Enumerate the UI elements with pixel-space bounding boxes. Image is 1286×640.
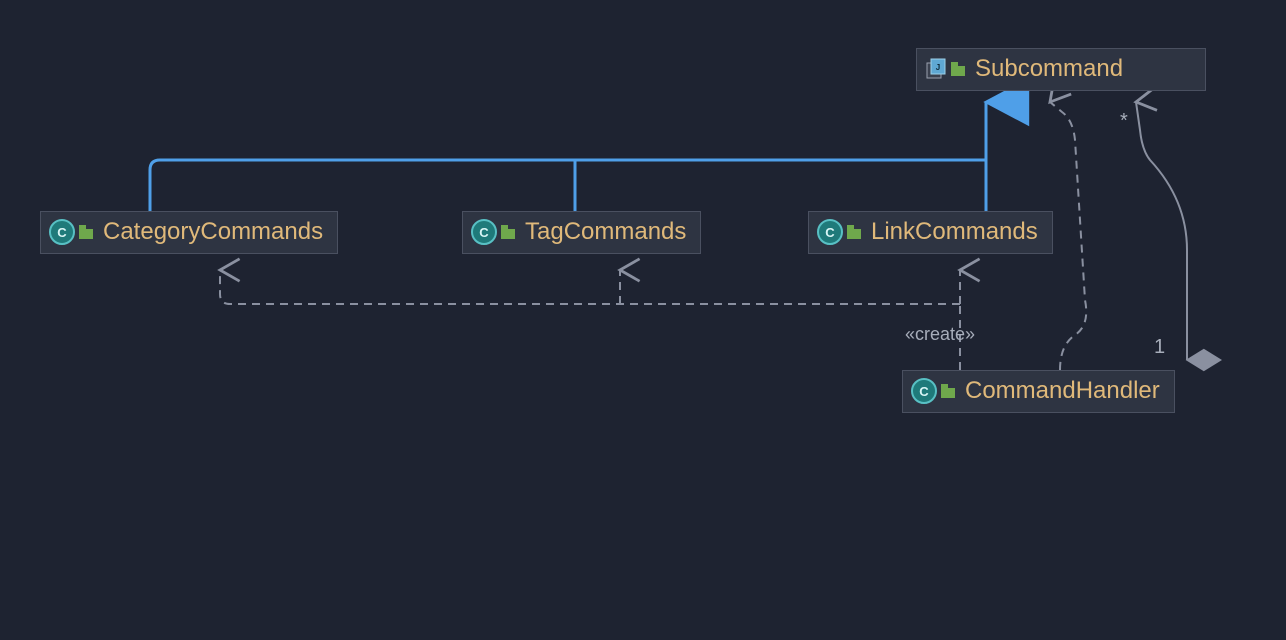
java-file-icon: J (925, 58, 947, 80)
package-icon (501, 225, 517, 239)
class-icon: C (471, 219, 497, 245)
class-icon-group: C (471, 219, 517, 245)
package-icon (847, 225, 863, 239)
class-icon-group: C (49, 219, 95, 245)
node-link-commands[interactable]: C LinkCommands (808, 211, 1053, 254)
svg-text:J: J (936, 63, 940, 72)
aggregation-handler-subcommand (1136, 102, 1187, 360)
class-icon: C (911, 378, 937, 404)
multiplicity-star: * (1120, 110, 1128, 133)
node-label: CommandHandler (965, 377, 1160, 406)
node-label: LinkCommands (871, 218, 1038, 247)
node-label: TagCommands (525, 218, 686, 247)
package-icon (951, 62, 967, 76)
node-tag-commands[interactable]: C TagCommands (462, 211, 701, 254)
package-icon (941, 384, 957, 398)
node-subcommand[interactable]: J Subcommand (916, 48, 1206, 91)
class-icon: C (49, 219, 75, 245)
node-label: CategoryCommands (103, 218, 323, 247)
stereotype-create: «create» (905, 324, 975, 345)
node-command-handler[interactable]: C CommandHandler (902, 370, 1175, 413)
connectors-layer (0, 0, 1286, 640)
package-icon (79, 225, 95, 239)
dependency-handler-subcommand (1050, 102, 1086, 370)
multiplicity-one: 1 (1154, 336, 1165, 359)
class-icon-group: C (911, 378, 957, 404)
node-category-commands[interactable]: C CategoryCommands (40, 211, 338, 254)
interface-icon: J (925, 58, 967, 80)
class-icon-group: C (817, 219, 863, 245)
class-icon: C (817, 219, 843, 245)
create-dependency-lines (220, 270, 960, 370)
realization-lines (150, 102, 986, 211)
node-label: Subcommand (975, 55, 1123, 84)
diagram-canvas: J Subcommand C CategoryCommands C TagCom… (0, 0, 1286, 640)
